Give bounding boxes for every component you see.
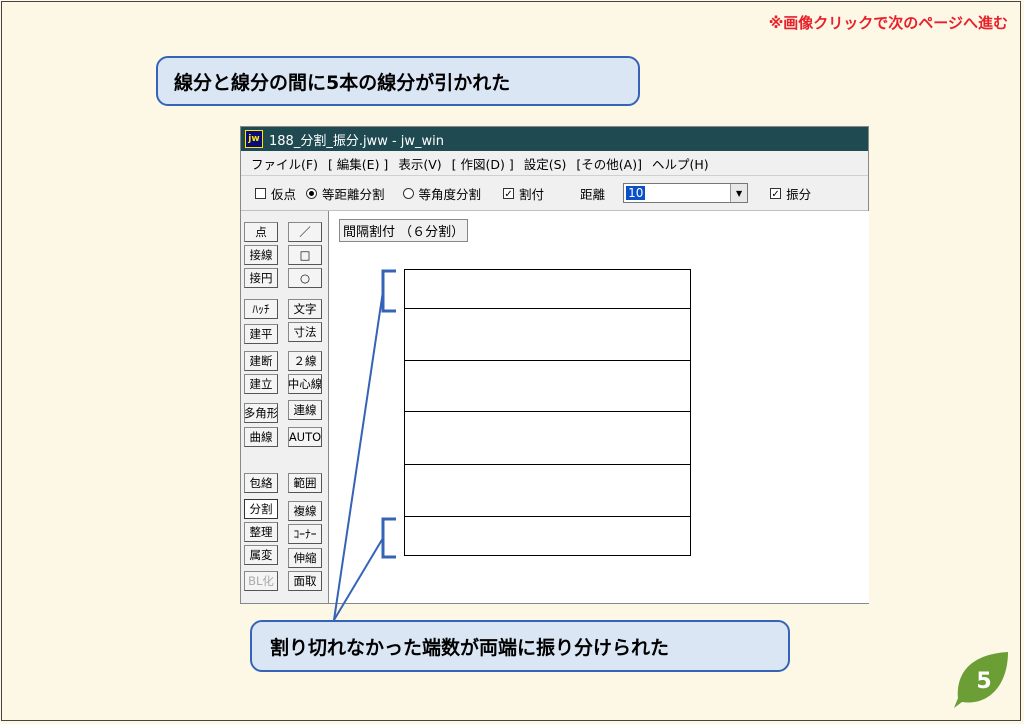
- pointer-line-bottom: [333, 537, 384, 621]
- pointer-line-top: [333, 290, 384, 621]
- callout-remainder-text: 割り切れなかった端数が両端に振り分けられた: [270, 636, 670, 659]
- top-bracket: [381, 269, 396, 313]
- page-number: 5: [976, 669, 991, 694]
- callout-remainder: 割り切れなかった端数が両端に振り分けられた: [250, 620, 790, 672]
- annotation-overlay: [333, 269, 396, 621]
- bottom-bracket: [381, 517, 396, 559]
- page-badge: 5: [954, 652, 1008, 708]
